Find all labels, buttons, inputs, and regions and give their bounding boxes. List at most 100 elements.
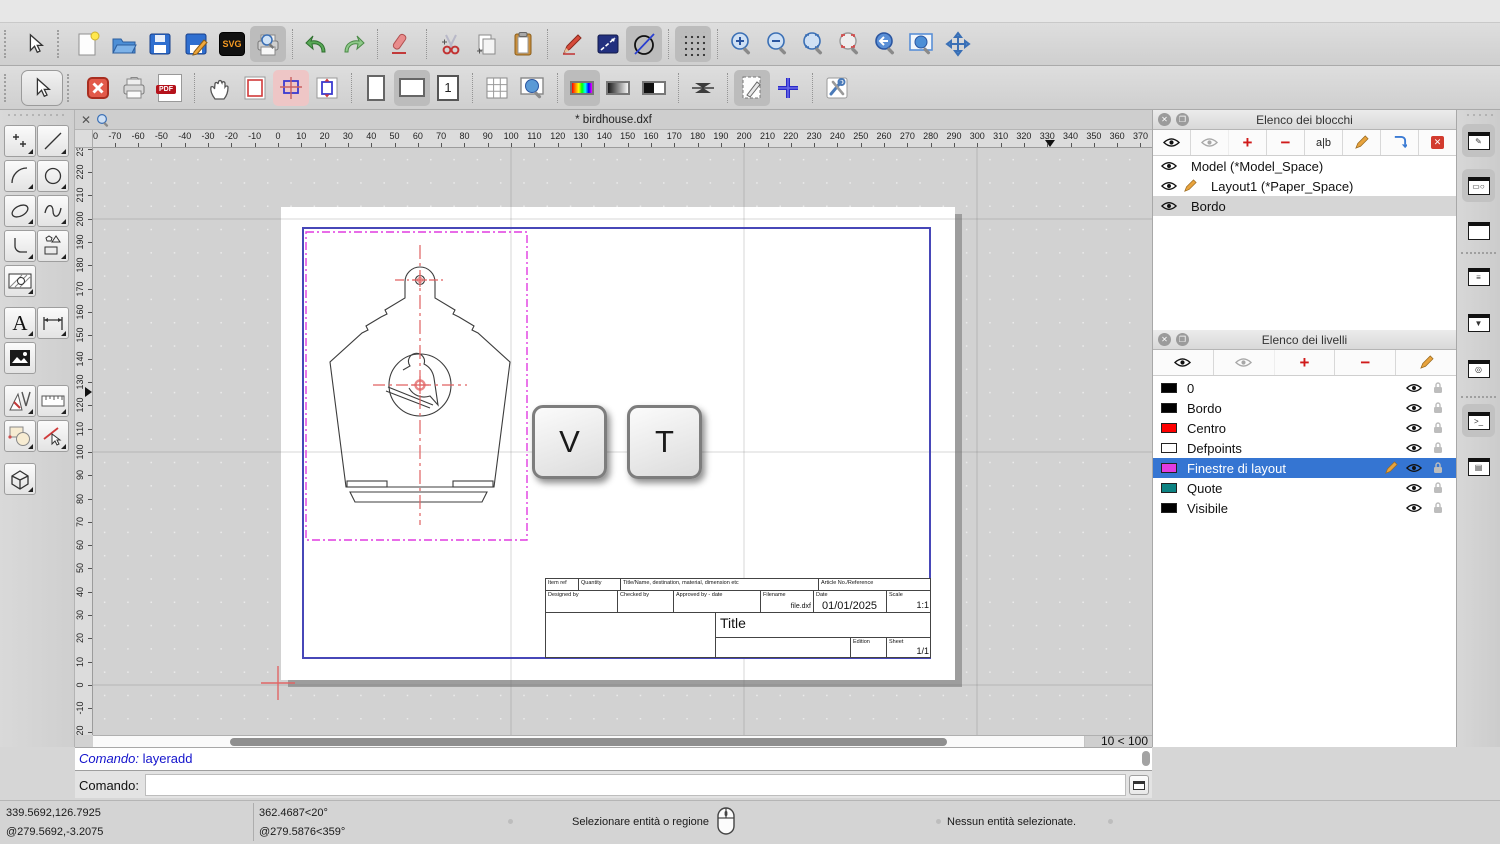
command-line-widget-icon[interactable]: >_ [1462,404,1495,437]
paper-border-icon[interactable] [237,70,273,106]
hide-all-layers-icon[interactable] [1214,350,1275,375]
eye-icon[interactable] [1406,463,1432,473]
drafting-tools-icon[interactable] [4,385,36,417]
list-widget-icon[interactable]: ≡ [1462,260,1495,293]
layer-row[interactable]: Defpoints [1153,438,1456,458]
layer-row[interactable]: Visibile [1153,498,1456,518]
toolbar-drag-handle[interactable] [67,73,74,102]
text-tool-icon[interactable]: A [4,307,36,339]
page-portrait-icon[interactable] [358,70,394,106]
zoom-in-icon[interactable] [724,26,760,62]
lock-icon[interactable] [1432,461,1448,475]
select-entity-tool-icon[interactable] [37,420,69,452]
shapes-widget-icon[interactable]: ▭○ [1462,169,1495,202]
redo-icon[interactable] [335,26,371,62]
grid-toggle-icon[interactable] [675,26,711,62]
panel-float-icon[interactable]: ❐ [1176,113,1189,126]
measure-tool-icon[interactable] [37,385,69,417]
eye-icon[interactable] [1161,201,1183,211]
full-color-icon[interactable] [564,69,600,106]
lock-icon[interactable] [1432,401,1448,415]
arc-tool-icon[interactable] [4,160,36,192]
viewport-fit-icon[interactable] [309,70,345,106]
command-input[interactable] [144,774,1126,796]
eye-icon[interactable] [1406,483,1432,493]
remove-layer-icon[interactable]: − [1335,350,1397,375]
copy-icon[interactable] [469,26,505,62]
new-file-icon[interactable] [70,26,106,62]
palette-drag-handle[interactable] [6,113,66,117]
dimension-tool-icon[interactable] [37,307,69,339]
draft-mode-icon[interactable] [734,69,770,106]
delete-block-icon[interactable]: ✕ [1419,130,1456,155]
eye-icon[interactable] [1161,161,1183,171]
lock-icon[interactable] [1432,481,1448,495]
line-tool-icon[interactable] [37,125,69,157]
circle-tool-icon[interactable] [37,160,69,192]
layer-row[interactable]: Finestre di layout [1153,458,1456,478]
point-tool-icon[interactable] [4,125,36,157]
drawing-canvas[interactable]: Item ref Quantity Title/Name, destinatio… [93,148,1152,735]
block-row[interactable]: Bordo [1153,196,1456,216]
zoom-selection-icon[interactable] [832,26,868,62]
layer-row[interactable]: Bordo [1153,398,1456,418]
settings-tools-icon[interactable] [819,70,855,106]
property-editor-widget-icon[interactable]: ✎ [1462,124,1495,157]
viewport-cross-icon[interactable] [273,69,309,106]
hatch-tool-icon[interactable] [4,265,36,297]
panel-close-icon[interactable]: ✕ [1158,333,1171,346]
edit-block-icon[interactable] [1343,130,1381,155]
insert-block-icon[interactable] [1381,130,1419,155]
hide-all-blocks-icon[interactable] [1191,130,1229,155]
eye-icon[interactable] [1406,423,1432,433]
remove-block-icon[interactable]: − [1267,130,1305,155]
pointer-tool-button[interactable] [21,69,63,106]
layer-row[interactable]: 0 [1153,378,1456,398]
zoom-previous-icon[interactable] [868,26,904,62]
polyline-tool-icon[interactable] [4,230,36,262]
eye-icon[interactable] [1406,443,1432,453]
show-all-layers-icon[interactable] [1153,350,1214,375]
page-landscape-icon[interactable] [394,69,430,106]
save-icon[interactable] [142,26,178,62]
scrollbar-thumb[interactable] [230,738,947,746]
hourglass-icon[interactable] [685,70,721,106]
pan-hand-icon[interactable] [201,70,237,106]
spline-tool-icon[interactable] [37,195,69,227]
page-single-icon[interactable]: 1 [430,70,466,106]
grayscale-icon[interactable] [600,70,636,106]
layer-row[interactable]: Centro [1153,418,1456,438]
scrollbar-thumb[interactable] [1142,751,1150,766]
shapes-tool-icon[interactable] [37,230,69,262]
line-properties-icon[interactable] [590,26,626,62]
viewport-widget-icon[interactable] [1462,214,1495,247]
block-row[interactable]: Layout1 (*Paper_Space) [1153,176,1456,196]
eye-icon[interactable] [1406,383,1432,393]
image-tool-icon[interactable] [4,342,36,374]
show-all-blocks-icon[interactable] [1153,130,1191,155]
pdf-export-icon[interactable]: PDF [152,70,188,106]
panel-float-icon[interactable]: ❐ [1176,333,1189,346]
print-preview-icon[interactable] [250,26,286,62]
toolbar-drag-handle[interactable] [4,73,11,102]
history-scrollbar[interactable] [1141,750,1150,769]
eye-icon[interactable] [1161,181,1183,191]
close-layout-icon[interactable] [80,70,116,106]
pan-icon[interactable] [940,26,976,62]
toolbar-drag-handle[interactable] [4,30,11,58]
save-as-icon[interactable] [178,26,214,62]
erase-icon[interactable] [384,26,420,62]
lock-icon[interactable] [1432,381,1448,395]
view-widget-icon[interactable]: ◎ [1462,352,1495,385]
cut-icon[interactable] [433,26,469,62]
undo-icon[interactable] [299,26,335,62]
console-toggle-button[interactable] [1129,775,1149,795]
add-layer-icon[interactable]: + [1275,350,1336,375]
paste-icon[interactable] [505,26,541,62]
solid-3d-tool-icon[interactable] [4,463,36,495]
dock-drag-handle[interactable] [1465,113,1493,117]
open-file-icon[interactable] [106,26,142,62]
zoom-page-icon[interactable] [515,70,551,106]
multi-page-icon[interactable] [479,70,515,106]
crosshair-icon[interactable] [770,70,806,106]
